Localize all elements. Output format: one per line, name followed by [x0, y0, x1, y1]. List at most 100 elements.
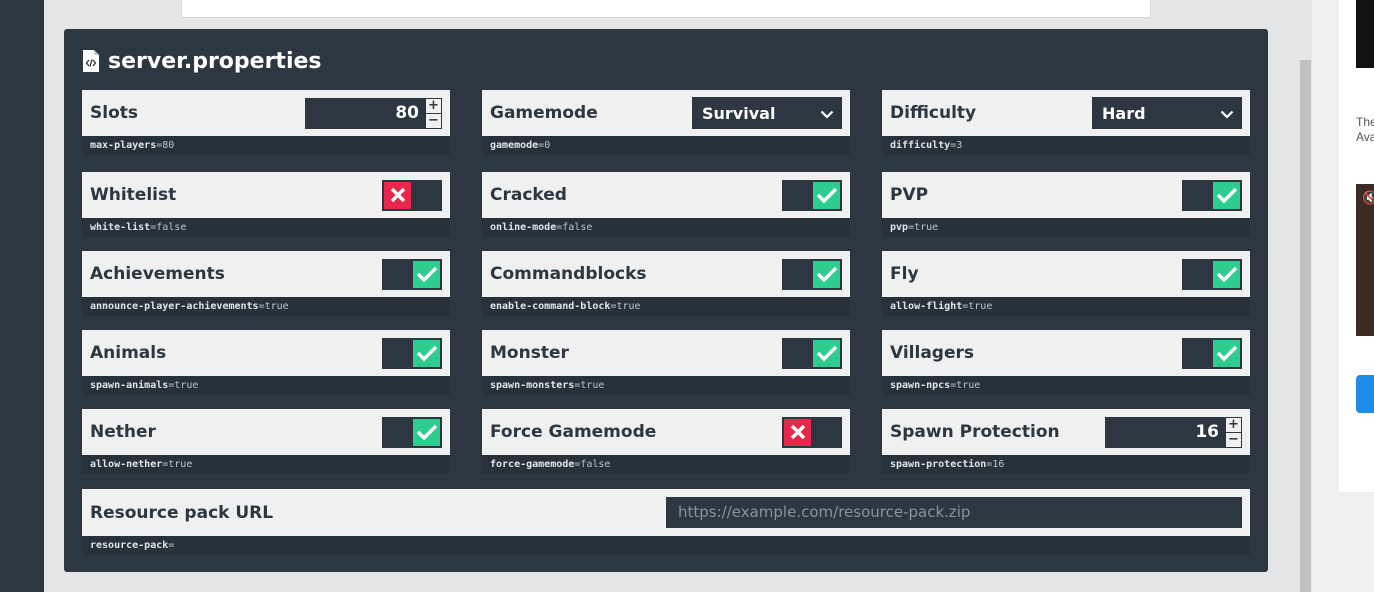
resource-pack-card-top: Resource pack URL https://example.com/re… — [82, 489, 1250, 536]
property-key: resource-pack — [90, 540, 169, 551]
slots-stepper[interactable]: + − — [425, 97, 442, 129]
property-key: spawn-protection — [890, 459, 987, 470]
cracked-property: online-mode=false — [482, 218, 850, 237]
setting-card-pvp: PVP pvp=true — [882, 172, 1250, 237]
difficulty-label: Difficulty — [890, 103, 977, 123]
property-value: =true — [258, 301, 289, 312]
gamemode-select[interactable]: Survival — [692, 97, 842, 129]
property-value: =true — [162, 459, 193, 470]
animals-property: spawn-animals=true — [82, 376, 450, 395]
check-icon — [413, 418, 440, 446]
decrement-button[interactable]: − — [426, 112, 441, 128]
nether-toggle[interactable] — [382, 416, 442, 448]
setting-card-force-gamemode: Force Gamemode force-gamemode=false — [482, 409, 850, 474]
gamemode-selected-value: Survival — [702, 103, 776, 123]
fly-card-top: Fly — [882, 251, 1250, 297]
setting-card-slots: Slots 80 + − max-players=80 — [82, 90, 450, 155]
setting-card-nether: Nether allow-nether=true — [82, 409, 450, 474]
server-properties-panel: server.properties Slots 80 + − max-playe… — [64, 29, 1268, 572]
ad-image-top[interactable] — [1356, 0, 1374, 68]
x-icon — [784, 418, 811, 446]
decrement-button[interactable]: − — [1226, 431, 1241, 447]
nether-property: allow-nether=true — [82, 455, 450, 474]
top-card — [181, 0, 1151, 18]
achievements-label: Achievements — [90, 264, 225, 284]
nether-label: Nether — [90, 422, 156, 442]
pvp-property: pvp=true — [882, 218, 1250, 237]
slots-property: max-players=80 — [82, 136, 450, 155]
fly-toggle[interactable] — [1182, 258, 1242, 290]
property-key: force-gamemode — [490, 459, 575, 470]
check-icon — [1213, 260, 1240, 288]
setting-card-fly: Fly allow-flight=true — [882, 251, 1250, 316]
cracked-card-top: Cracked — [482, 172, 850, 218]
setting-card-animals: Animals spawn-animals=true — [82, 330, 450, 395]
monster-label: Monster — [490, 343, 569, 363]
monster-card-top: Monster — [482, 330, 850, 376]
chevron-down-icon — [1220, 104, 1234, 123]
ad-text-line2: Ava — [1356, 130, 1374, 144]
animals-toggle[interactable] — [382, 337, 442, 369]
property-value: =true — [962, 301, 993, 312]
property-value: =80 — [156, 140, 175, 151]
increment-button[interactable]: + — [1226, 418, 1241, 432]
achievements-toggle[interactable] — [382, 258, 442, 290]
property-value: =false — [574, 459, 611, 470]
property-key: spawn-npcs — [890, 380, 951, 391]
difficulty-card-top: Difficulty Hard — [882, 90, 1250, 136]
villagers-toggle[interactable] — [1182, 337, 1242, 369]
chevron-down-icon — [820, 104, 834, 123]
monster-toggle[interactable] — [782, 337, 842, 369]
pvp-toggle[interactable] — [1182, 179, 1242, 211]
check-icon — [413, 339, 440, 367]
cracked-toggle[interactable] — [782, 179, 842, 211]
whitelist-toggle[interactable] — [382, 179, 442, 211]
achievements-card-top: Achievements — [82, 251, 450, 297]
setting-card-difficulty: Difficulty Hard difficulty=3 — [882, 90, 1250, 155]
check-icon — [1213, 181, 1240, 209]
ad-button[interactable] — [1356, 375, 1374, 413]
spawn-protection-property: spawn-protection=16 — [882, 455, 1250, 474]
force-gamemode-label: Force Gamemode — [490, 422, 657, 442]
property-key: enable-command-block — [490, 301, 611, 312]
scrollbar-thumb[interactable] — [1300, 60, 1311, 592]
mute-icon[interactable]: 🔇 — [1362, 192, 1374, 205]
pvp-label: PVP — [890, 185, 929, 205]
panel-title: server.properties — [108, 48, 322, 74]
slots-value[interactable]: 80 — [305, 97, 425, 129]
force-gamemode-card-top: Force Gamemode — [482, 409, 850, 455]
slots-number-input[interactable]: 80 + − — [305, 97, 442, 129]
property-key: online-mode — [490, 222, 557, 233]
spawn-protection-stepper[interactable]: + − — [1225, 416, 1242, 448]
spawn-protection-number-input[interactable]: 16 + − — [1105, 416, 1242, 448]
force-gamemode-property: force-gamemode=false — [482, 455, 850, 474]
check-icon — [813, 339, 840, 367]
resource-pack-card: Resource pack URL https://example.com/re… — [82, 489, 1250, 555]
resource-pack-input[interactable]: https://example.com/resource-pack.zip — [666, 497, 1242, 528]
property-value: =3 — [950, 140, 963, 151]
villagers-label: Villagers — [890, 343, 975, 363]
gamemode-card-top: Gamemode Survival — [482, 90, 850, 136]
property-key: gamemode — [490, 140, 539, 151]
force-gamemode-toggle[interactable] — [782, 416, 842, 448]
difficulty-select[interactable]: Hard — [1092, 97, 1242, 129]
property-value: =true — [168, 380, 199, 391]
property-value: =true — [908, 222, 939, 233]
property-value: =false — [556, 222, 593, 233]
left-sidebar-strip — [0, 0, 44, 592]
property-value: =true — [950, 380, 981, 391]
increment-button[interactable]: + — [426, 99, 441, 113]
check-icon — [413, 260, 440, 288]
spawn-protection-value[interactable]: 16 — [1105, 416, 1225, 448]
commandblocks-label: Commandblocks — [490, 264, 647, 284]
whitelist-property: white-list=false — [82, 218, 450, 237]
nether-card-top: Nether — [82, 409, 450, 455]
ad-video[interactable]: 🔇 — [1356, 184, 1374, 336]
setting-card-cracked: Cracked online-mode=false — [482, 172, 850, 237]
slots-card-top: Slots 80 + − — [82, 90, 450, 136]
whitelist-label: Whitelist — [90, 185, 177, 205]
setting-card-gamemode: Gamemode Survival gamemode=0 — [482, 90, 850, 155]
cracked-label: Cracked — [490, 185, 567, 205]
animals-card-top: Animals — [82, 330, 450, 376]
commandblocks-toggle[interactable] — [782, 258, 842, 290]
